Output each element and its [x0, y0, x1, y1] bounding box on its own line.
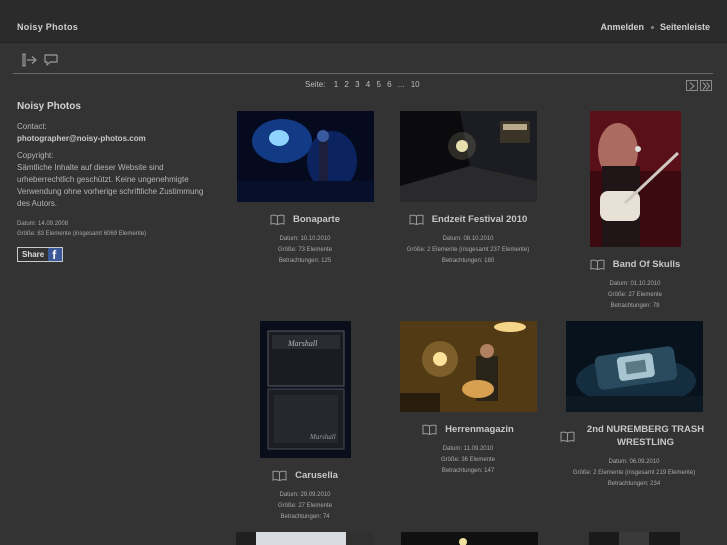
svg-text:Marshall: Marshall — [309, 433, 336, 441]
comment-icon[interactable] — [43, 53, 59, 67]
page-link[interactable]: 4 — [366, 80, 370, 89]
gallery-thumbnail[interactable] — [236, 111, 374, 202]
album-book-icon — [270, 214, 285, 225]
contact-email[interactable]: photographer@noisy-photos.com — [17, 133, 217, 145]
gallery-thumbnail[interactable] — [589, 111, 681, 247]
gallery-item: Herrenmagazin Datum: 11.09.2010 Größe: 3… — [388, 321, 548, 477]
next-page-button[interactable] — [686, 80, 698, 91]
gallery-meta: Datum: 11.09.2010 Größe: 36 Elemente Bet… — [388, 444, 548, 477]
last-page-button[interactable] — [700, 80, 712, 91]
gallery-thumbnail[interactable] — [236, 532, 373, 545]
top-links: Anmelden Seitenleiste — [600, 22, 710, 32]
gallery-thumbnail[interactable] — [401, 532, 538, 545]
gallery-item: Bonaparte Datum: 10.10.2010 Größe: 73 El… — [225, 111, 385, 267]
gallery-caption[interactable]: Band Of Skulls — [555, 258, 715, 271]
gallery-date: Datum: 01.10.2010 — [609, 281, 661, 287]
copyright-text: Sämtliche Inhalte auf dieser Website sin… — [17, 163, 204, 208]
gallery-item: Endzeit Festival 2010 Datum: 08.10.2010 … — [388, 111, 548, 267]
gallery-item: Marshall Marshall Carusella Datum: 29.09… — [225, 321, 385, 523]
pagination: Seite: 1 2 3 4 5 6 ... 10 — [305, 80, 424, 89]
gallery-title: Bonaparte — [293, 214, 340, 225]
gallery-size: Größe: 73 Elemente — [277, 247, 333, 253]
gallery-caption[interactable]: 2nd NUREMBERG TRASH WRESTLING — [554, 423, 714, 449]
gallery-views: Betrachtungen: 147 — [441, 468, 495, 474]
gallery-date: Datum: 06.09.2010 — [608, 459, 660, 465]
gallery-date: Datum: 10.10.2010 — [279, 236, 331, 242]
facebook-share-button[interactable]: Share f — [17, 247, 64, 262]
gallery-caption[interactable]: Endzeit Festival 2010 — [388, 213, 548, 226]
gallery-size: Größe: 27 Elemente — [277, 503, 333, 509]
album-size: Größe: 83 Elemente (insgesamt 6069 Eleme… — [17, 231, 147, 237]
album-book-icon — [272, 470, 287, 481]
last-page-icon — [702, 82, 711, 90]
page-link[interactable]: 1 — [334, 80, 338, 89]
top-bar: Noisy Photos Anmelden Seitenleiste — [0, 0, 727, 43]
gallery-thumbnail[interactable]: Marshall Marshall — [259, 321, 351, 458]
gallery-date: Datum: 29.09.2010 — [279, 492, 331, 498]
page: Noisy Photos Anmelden Seitenleiste Seite:… — [0, 0, 727, 545]
site-title[interactable]: Noisy Photos — [17, 22, 78, 32]
gallery-size: Größe: 27 Elemente — [607, 292, 663, 298]
page-link[interactable]: 5 — [376, 80, 380, 89]
gallery-title: Endzeit Festival 2010 — [431, 214, 528, 225]
svg-text:Marshall: Marshall — [287, 339, 318, 348]
toolbar — [0, 44, 727, 74]
gallery-meta: Datum: 08.10.2010 Größe: 2 Elemente (ins… — [388, 234, 548, 267]
gallery-meta: Datum: 01.10.2010 Größe: 27 Elemente Bet… — [555, 279, 715, 312]
gallery-size: Größe: 2 Elemente (insgesamt 237 Element… — [406, 247, 530, 253]
sidebar: Noisy Photos Contact: photographer@noisy… — [17, 101, 217, 262]
gallery-thumbnail[interactable] — [565, 321, 703, 412]
page-link[interactable]: 10 — [411, 80, 420, 89]
gallery-title: Herrenmagazin — [445, 424, 514, 435]
page-link[interactable]: 3 — [355, 80, 359, 89]
album-book-icon — [560, 431, 575, 442]
gallery-views: Betrachtungen: 180 — [441, 258, 495, 264]
sidebar-title: Noisy Photos — [17, 101, 81, 112]
gallery-caption[interactable]: Bonaparte — [225, 213, 385, 226]
gallery-views: Betrachtungen: 74 — [280, 514, 330, 520]
gallery-meta: Datum: 29.09.2010 Größe: 27 Elemente Bet… — [225, 490, 385, 523]
facebook-icon: f — [48, 248, 63, 262]
gallery-caption[interactable]: Herrenmagazin — [388, 423, 548, 436]
gallery-date: Datum: 08.10.2010 — [442, 236, 494, 242]
gallery-item: Band Of Skulls Datum: 01.10.2010 Größe: … — [555, 111, 715, 312]
gallery-title: Band Of Skulls — [612, 259, 681, 270]
gallery-views: Betrachtungen: 234 — [607, 481, 661, 487]
gallery-title: Carusella — [295, 470, 338, 481]
gallery-title: 2nd NUREMBERG TRASH WRESTLING — [586, 424, 705, 448]
gallery-date: Datum: 11.09.2010 — [442, 446, 494, 452]
gallery-views: Betrachtungen: 79 — [610, 303, 660, 309]
album-book-icon — [409, 214, 424, 225]
page-link[interactable]: 2 — [344, 80, 348, 89]
gallery-thumbnail[interactable] — [589, 532, 680, 545]
divider — [13, 73, 713, 74]
gallery-views: Betrachtungen: 125 — [278, 258, 332, 264]
gallery-caption[interactable]: Carusella — [225, 469, 385, 482]
gallery-thumbnail[interactable] — [399, 321, 537, 412]
gallery-thumbnail[interactable] — [399, 111, 537, 202]
copyright-label: Copyright: — [17, 151, 54, 160]
gallery-size: Größe: 2 Elemente (insgesamt 219 Element… — [572, 470, 696, 476]
share-label: Share — [22, 250, 45, 259]
gallery-item: 2nd NUREMBERG TRASH WRESTLING Datum: 06.… — [554, 321, 714, 490]
gallery-size: Größe: 36 Elemente — [440, 457, 496, 463]
separator-dot — [650, 25, 654, 29]
next-page-icon — [689, 82, 695, 90]
page-link[interactable]: 6 — [387, 80, 391, 89]
album-book-icon — [590, 259, 605, 270]
gallery-meta: Datum: 10.10.2010 Größe: 73 Elemente Bet… — [225, 234, 385, 267]
exit-icon[interactable] — [22, 53, 38, 67]
pager-label: Seite: — [305, 80, 326, 89]
sitemap-link[interactable]: Seitenleiste — [660, 22, 710, 32]
album-date: Datum: 14.09.2008 — [17, 221, 69, 227]
login-link[interactable]: Anmelden — [600, 22, 644, 32]
album-book-icon — [422, 424, 437, 435]
contact-label: Contact: — [17, 122, 47, 131]
gallery-meta: Datum: 06.09.2010 Größe: 2 Elemente (ins… — [554, 457, 714, 490]
page-ellipsis: ... — [397, 80, 405, 89]
